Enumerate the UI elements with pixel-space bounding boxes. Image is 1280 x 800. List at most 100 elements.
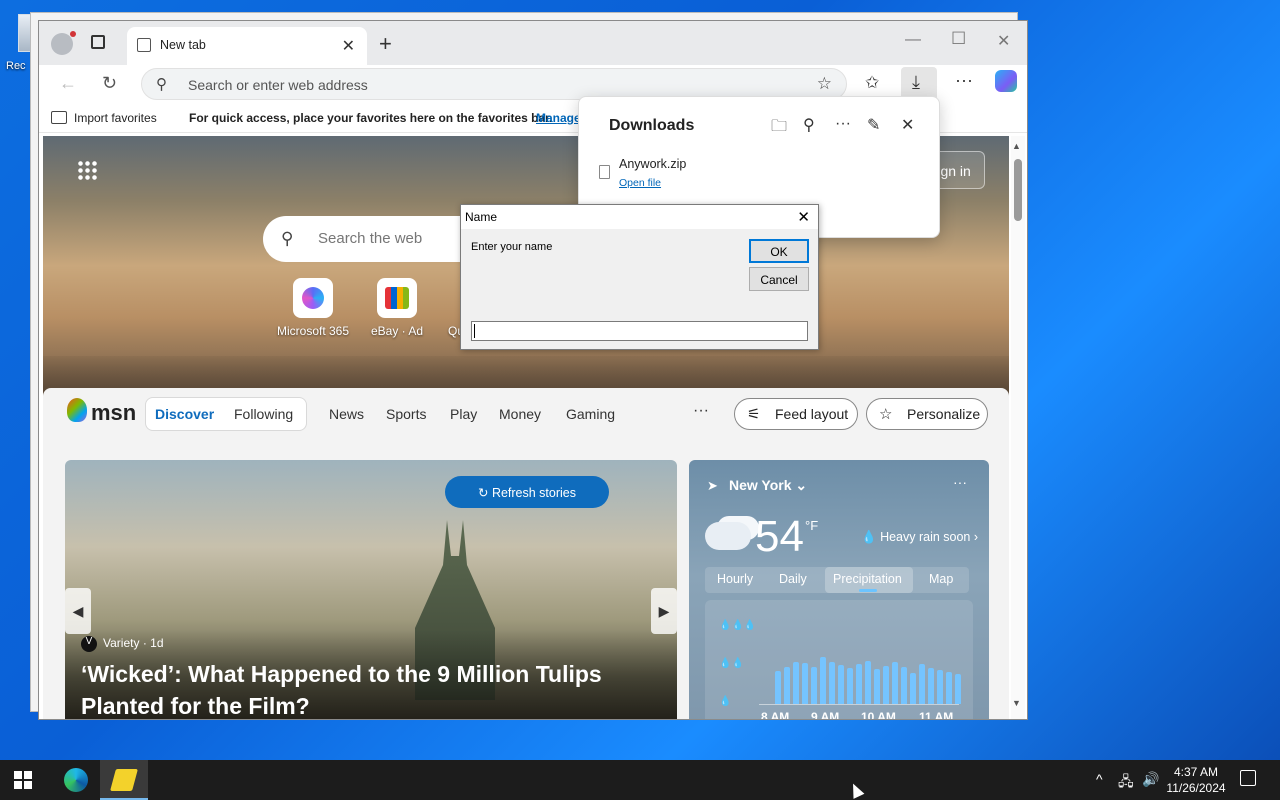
weather-more-icon[interactable]: ··· — [953, 474, 967, 490]
close-downloads-icon[interactable]: ✕ — [901, 115, 914, 135]
manage-favorites-link[interactable]: Manage — [536, 111, 581, 125]
recycle-bin-shortcut[interactable]: Rec — [0, 10, 40, 74]
download-file-name[interactable]: Anywork.zip — [619, 157, 686, 171]
refresh-button[interactable]: ↻ — [102, 73, 117, 94]
tab-actions-icon[interactable] — [91, 35, 105, 49]
copilot-icon[interactable] — [995, 70, 1017, 92]
maximize-button[interactable]: ☐ — [951, 29, 966, 49]
open-folder-icon[interactable]: 🗀 — [771, 115, 787, 142]
precipitation-bar — [946, 672, 952, 704]
carousel-prev-button[interactable]: ◀ — [65, 588, 91, 634]
chart-x-label: 8 AM — [761, 710, 790, 720]
download-arrow-icon: ⤓ — [912, 72, 920, 92]
notification-center-icon[interactable] — [1240, 770, 1256, 786]
story-source-name: Variety — [103, 636, 140, 651]
story-source: V Variety · 1d — [81, 636, 164, 652]
favorites-icon[interactable]: ✩ — [865, 73, 879, 93]
show-hidden-icons-chevron-icon[interactable]: ^ — [1096, 771, 1103, 787]
import-favorites-button[interactable]: Import favorites — [74, 111, 157, 125]
weather-tab-map[interactable]: Map — [929, 572, 953, 586]
weather-location[interactable]: New York ⌄ — [729, 477, 807, 494]
clock-time: 4:37 AM — [1173, 765, 1219, 779]
network-icon[interactable]: 🖧 — [1118, 771, 1134, 795]
nav-news[interactable]: News — [329, 406, 364, 422]
page-scrollbar[interactable] — [1011, 136, 1025, 719]
nav-money[interactable]: Money — [499, 406, 541, 422]
precipitation-bar — [775, 671, 781, 704]
close-tab-icon[interactable]: ✕ — [342, 36, 355, 56]
nav-discover[interactable]: Discover — [155, 406, 214, 422]
weather-alert[interactable]: 💧 Heavy rain soon › — [861, 530, 978, 545]
name-prompt-dialog: Name ✕ Enter your name OK Cancel — [460, 204, 819, 350]
taskbar-edge[interactable] — [52, 760, 100, 800]
ok-button[interactable]: OK — [749, 239, 809, 263]
back-button[interactable]: ← — [59, 73, 77, 94]
tab-new-tab[interactable]: New tab ✕ — [127, 27, 367, 65]
weather-location-text: New York — [729, 477, 792, 493]
downloads-more-icon[interactable]: ··· — [835, 115, 851, 133]
nav-gaming[interactable]: Gaming — [566, 406, 615, 422]
search-icon: ⚲ — [156, 76, 167, 93]
dialog-close-icon[interactable]: ✕ — [797, 208, 810, 226]
windows-start-icon[interactable] — [14, 771, 32, 789]
volume-icon[interactable]: 🔊 — [1142, 771, 1159, 788]
weather-tab-daily[interactable]: Daily — [779, 572, 807, 586]
scroll-up-arrow-icon[interactable]: ▲ — [1012, 141, 1021, 151]
precipitation-chart: 💧💧💧 💧💧 💧 8 AM 9 AM 10 AM 11 AM — [705, 600, 973, 720]
dialog-titlebar[interactable]: Name ✕ — [461, 205, 818, 229]
close-window-button[interactable]: ✕ — [997, 31, 1010, 51]
quick-link-label: Microsoft 365 — [276, 324, 350, 338]
weather-tab-hourly[interactable]: Hourly — [717, 572, 753, 586]
new-tab-button[interactable]: + — [379, 31, 392, 57]
nav-sports[interactable]: Sports — [386, 406, 426, 422]
scroll-down-arrow-icon[interactable]: ▼ — [1012, 698, 1021, 708]
chevron-down-icon: ⌄ — [795, 477, 808, 493]
refresh-stories-button[interactable]: ↻ Refresh stories — [445, 476, 609, 508]
ebay-icon — [377, 278, 417, 318]
nav-play[interactable]: Play — [450, 406, 477, 422]
personalize-button[interactable]: ☆ Personalize — [866, 398, 988, 430]
precipitation-bar — [910, 673, 916, 704]
weather-tab-precipitation[interactable]: Precipitation — [833, 572, 902, 586]
microsoft-365-icon — [293, 278, 333, 318]
precipitation-bar — [892, 662, 898, 704]
tab-bar: New tab ✕ + — ☐ ✕ — [39, 21, 1027, 65]
taskbar-clock[interactable]: 4:37 AM 11/26/2024 — [1160, 764, 1232, 796]
pin-icon[interactable]: ✎ — [867, 115, 880, 135]
precipitation-bar — [919, 664, 925, 704]
precipitation-bar — [955, 674, 961, 704]
minimize-button[interactable]: — — [905, 31, 921, 49]
sliders-icon: ⚟ — [747, 406, 761, 423]
story-headline[interactable]: ‘Wicked’: What Happened to the 9 Million… — [81, 658, 641, 719]
weather-card[interactable]: ➤ New York ⌄ ··· 54 °F 💧 Heavy rain soon… — [689, 460, 989, 720]
open-file-link[interactable]: Open file — [619, 177, 661, 189]
carousel-next-button[interactable]: ▶ — [651, 588, 677, 634]
precipitation-bar — [856, 664, 862, 704]
edge-icon — [64, 768, 88, 792]
weather-tab-underline — [859, 589, 877, 592]
cancel-button[interactable]: Cancel — [749, 267, 809, 291]
add-favorite-star-icon[interactable]: ☆ — [817, 74, 832, 94]
taskbar: ^ 🖧 🔊 4:37 AM 11/26/2024 — [0, 760, 1280, 800]
app-icon — [110, 769, 138, 791]
precipitation-bar — [829, 662, 835, 704]
dialog-prompt: Enter your name — [471, 241, 553, 253]
search-downloads-icon[interactable]: ⚲ — [803, 115, 815, 135]
apps-grid-icon[interactable] — [77, 160, 97, 180]
taskbar-active-app[interactable] — [100, 760, 148, 800]
hero-story-card[interactable]: ↻ Refresh stories ◀ ▶ V Variety · 1d ‘Wic… — [65, 460, 677, 719]
quick-link-ebay[interactable]: eBay · Ad — [367, 278, 427, 338]
quick-link-microsoft-365[interactable]: Microsoft 365 — [269, 278, 357, 338]
favorites-bar-message: For quick access, place your favorites h… — [189, 111, 553, 125]
recycle-bin-label: Rec — [6, 60, 26, 72]
refresh-stories-label: Refresh stories — [491, 486, 576, 500]
more-nav-button[interactable]: ··· — [693, 402, 709, 420]
name-input[interactable] — [471, 321, 808, 341]
feed-layout-label: Feed layout — [775, 406, 849, 422]
profile-icon[interactable] — [51, 31, 76, 55]
chart-x-label: 10 AM — [861, 710, 896, 720]
more-menu-icon[interactable]: ··· — [955, 70, 973, 91]
nav-following[interactable]: Following — [234, 406, 293, 422]
scrollbar-thumb[interactable] — [1014, 159, 1022, 221]
feed-layout-button[interactable]: ⚟ Feed layout — [734, 398, 858, 430]
